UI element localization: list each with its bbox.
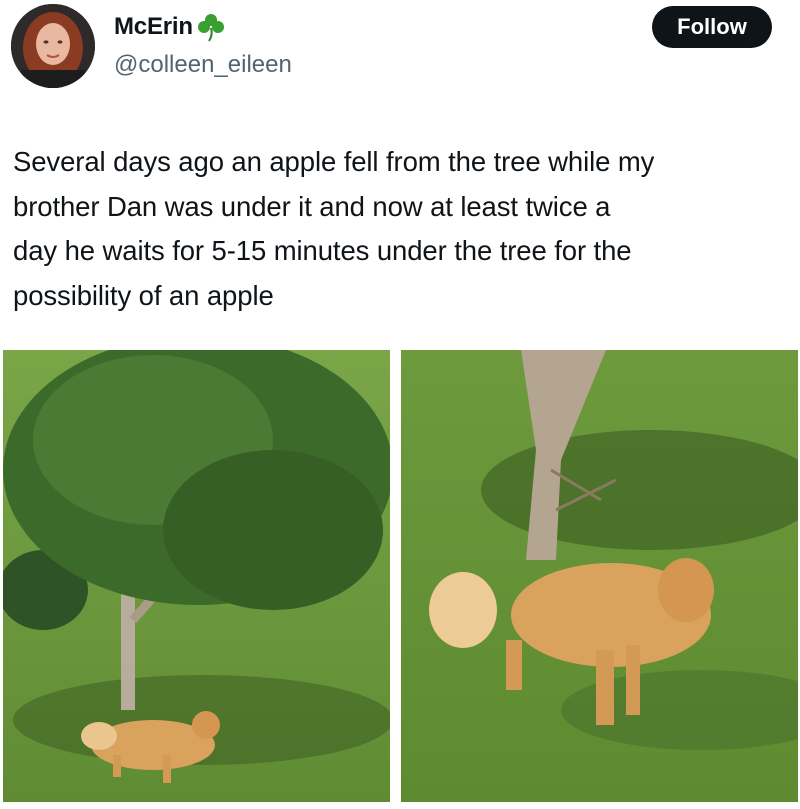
- tweet-line: possibility of an apple: [13, 279, 274, 311]
- user-handle[interactable]: @colleen_eileen: [114, 51, 292, 79]
- tweet-line: Several days ago an apple fell from the …: [13, 146, 655, 177]
- photo-dog-under-tree-close[interactable]: [401, 350, 798, 802]
- tweet-line: day he waits for 5-15 minutes under the …: [13, 235, 632, 266]
- shamrock-icon: [197, 14, 224, 42]
- avatar[interactable]: [11, 4, 95, 88]
- photo-dog-under-tree-wide[interactable]: [3, 350, 390, 802]
- follow-button[interactable]: Follow: [652, 6, 772, 48]
- tweet-text: Several days ago an apple fell from the …: [13, 140, 793, 318]
- tweet-line: brother Dan was under it and now at leas…: [13, 190, 611, 222]
- user-name-row: McErin: [114, 12, 226, 42]
- display-name[interactable]: McErin: [114, 13, 193, 41]
